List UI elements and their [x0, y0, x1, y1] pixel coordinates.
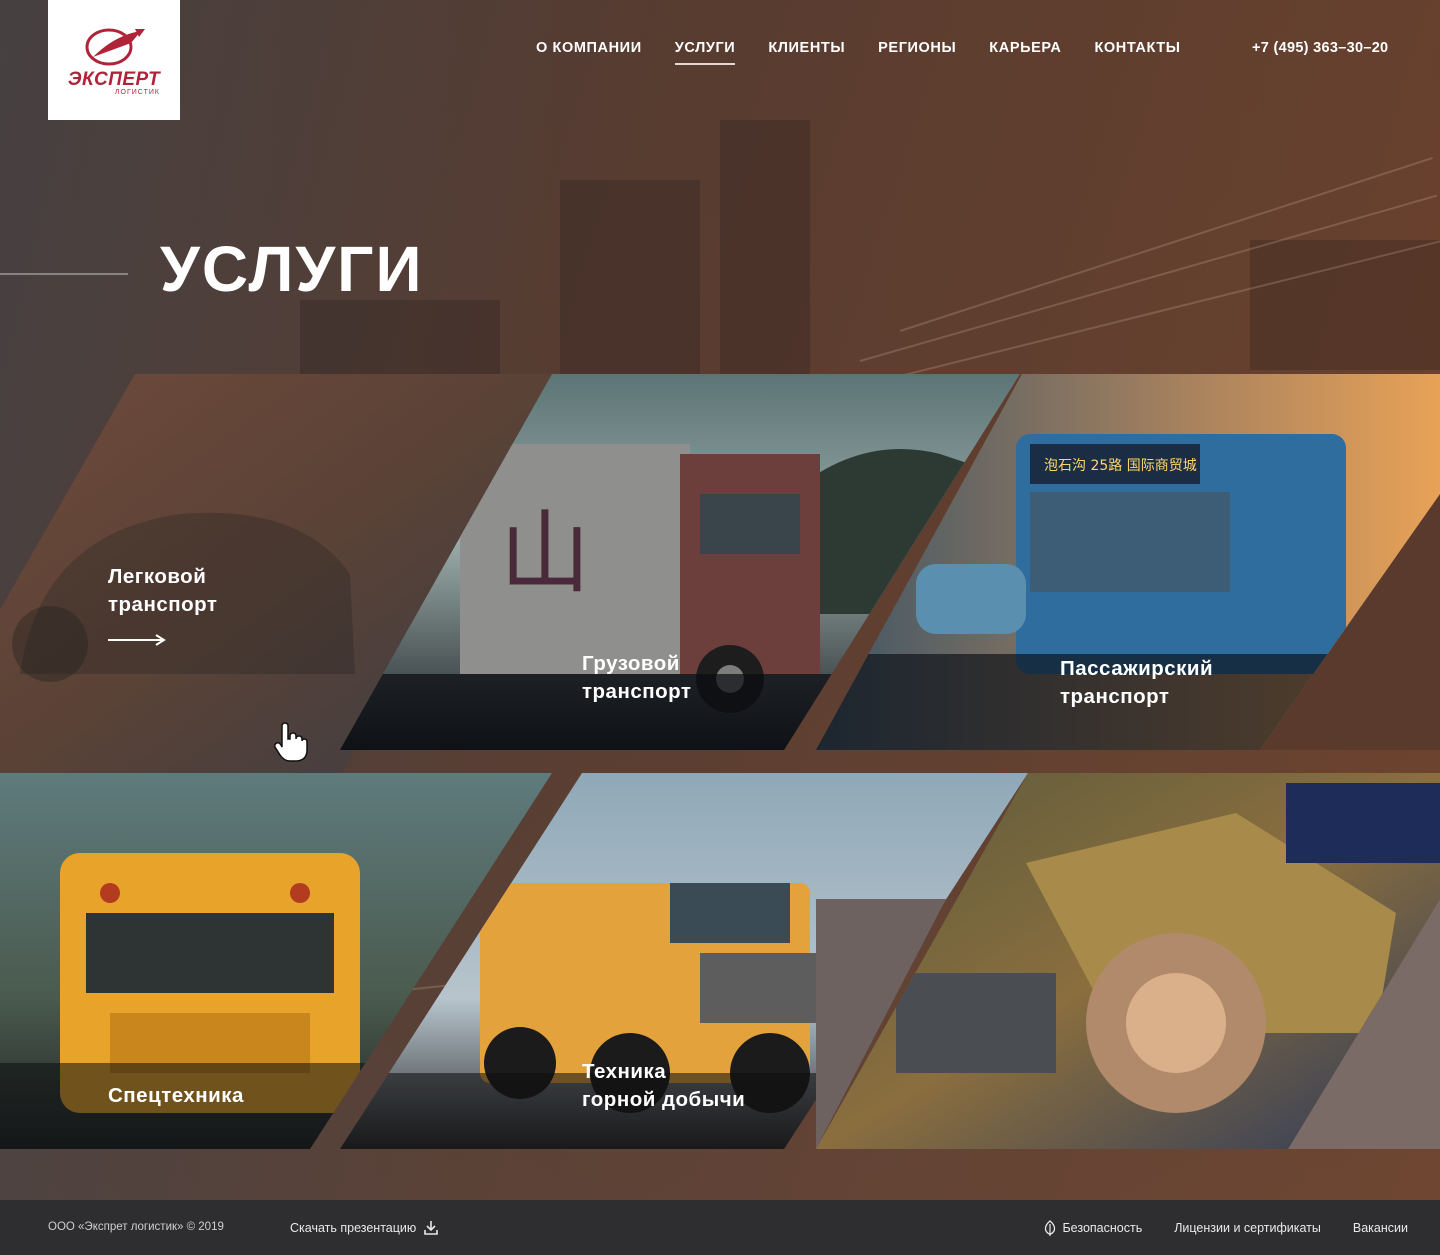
arrow-right-icon[interactable] [108, 634, 166, 646]
footer-link-security[interactable]: Безопасность [1044, 1220, 1142, 1236]
service-card-industrial[interactable] [816, 773, 1440, 1149]
footer-link-vacancies[interactable]: Вакансии [1353, 1221, 1408, 1235]
copyright: ООО «Экспрет логистик» © 2019 [48, 1221, 224, 1233]
footer: ООО «Экспрет логистик» © 2019 Скачать пр… [0, 1200, 1440, 1255]
leaf-icon [1045, 1220, 1056, 1236]
footer-link-licenses[interactable]: Лицензии и сертификаты [1174, 1221, 1321, 1235]
lathe-image [816, 773, 1440, 1149]
footer-link-label: Вакансии [1352, 1221, 1408, 1235]
download-presentation-link[interactable]: Скачать презентацию [290, 1220, 439, 1235]
footer-link-label: Лицензии и сертификаты [1174, 1221, 1321, 1235]
services-grid: Легковой транспорт 山 Грузовой транспорт … [0, 0, 1440, 1200]
service-card-passenger[interactable]: 泡石沟 25路 国际商贸城 Пассажирский транспорт [816, 374, 1440, 750]
service-label: Грузовой транспорт [582, 652, 692, 703]
footer-links: Безопасность Лицензии и сертификаты Вака… [1044, 1220, 1408, 1236]
service-label: Спецтехника [108, 1084, 244, 1107]
service-label: Техника горной добычи [582, 1060, 746, 1111]
footer-link-label: Безопасность [1062, 1221, 1143, 1235]
download-icon [424, 1221, 439, 1235]
hand-cursor-icon [274, 722, 308, 762]
download-label: Скачать презентацию [290, 1220, 417, 1235]
svg-text:泡石沟 25路 国际商贸城: 泡石沟 25路 国际商贸城 [1044, 458, 1197, 474]
service-label: Пассажирский транспорт [1060, 657, 1214, 708]
svg-text:山: 山 [500, 501, 590, 606]
service-label: Легковой транспорт [108, 565, 218, 616]
